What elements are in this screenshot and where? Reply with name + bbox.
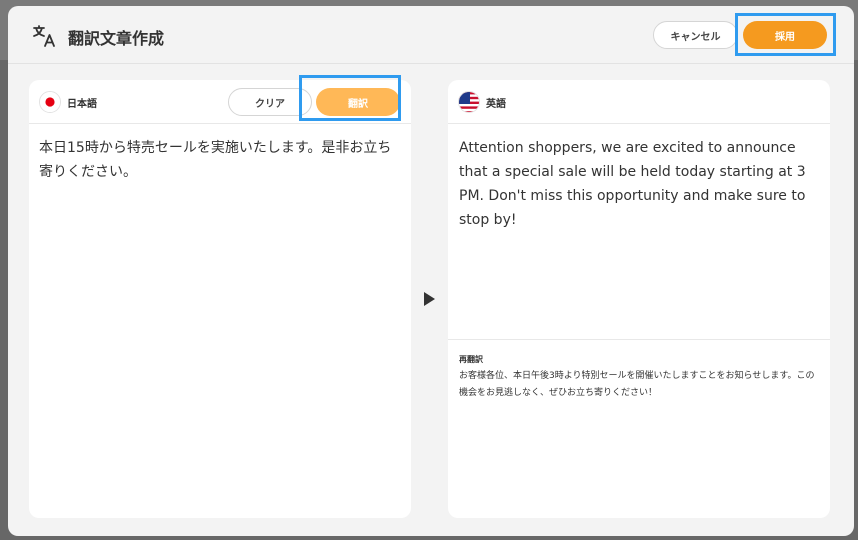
translate-button-highlight: [299, 75, 401, 121]
retranslation-section: 再翻訳 お客様各位、本日午後3時より特別セールを開催いたしますことをお知らせしま…: [448, 339, 830, 518]
translation-dialog: 翻訳文章作成 キャンセル 採用 日本語 クリア 翻訳 本日15時から特売セールを…: [8, 6, 854, 536]
adopt-button[interactable]: 採用: [743, 21, 827, 49]
translated-text: Attention shoppers, we are excited to an…: [459, 140, 806, 228]
retranslation-label: 再翻訳: [459, 355, 483, 364]
japan-flag-icon: [39, 91, 61, 113]
cancel-button[interactable]: キャンセル: [653, 21, 738, 49]
dialog-header: 翻訳文章作成 キャンセル 採用: [8, 6, 854, 64]
us-flag-icon: [458, 91, 480, 113]
target-panel-header: 英語: [448, 80, 830, 124]
retranslation-text: お客様各位、本日午後3時より特別セールを開催いたしますことをお知らせします。この…: [459, 371, 815, 398]
source-panel: 日本語 クリア 翻訳 本日15時から特売セールを実施いたします。是非お立ち寄りく…: [29, 80, 411, 518]
target-panel: 英語 Attention shoppers, we are excited to…: [448, 80, 830, 518]
play-arrow-icon: [424, 292, 435, 306]
target-language-label: 英語: [486, 99, 506, 110]
source-language-label: 日本語: [67, 99, 97, 110]
source-text-input[interactable]: 本日15時から特売セールを実施いたします。是非お立ち寄りください。: [39, 136, 401, 506]
dialog-title: 翻訳文章作成: [68, 29, 165, 48]
translate-icon: [33, 25, 55, 47]
